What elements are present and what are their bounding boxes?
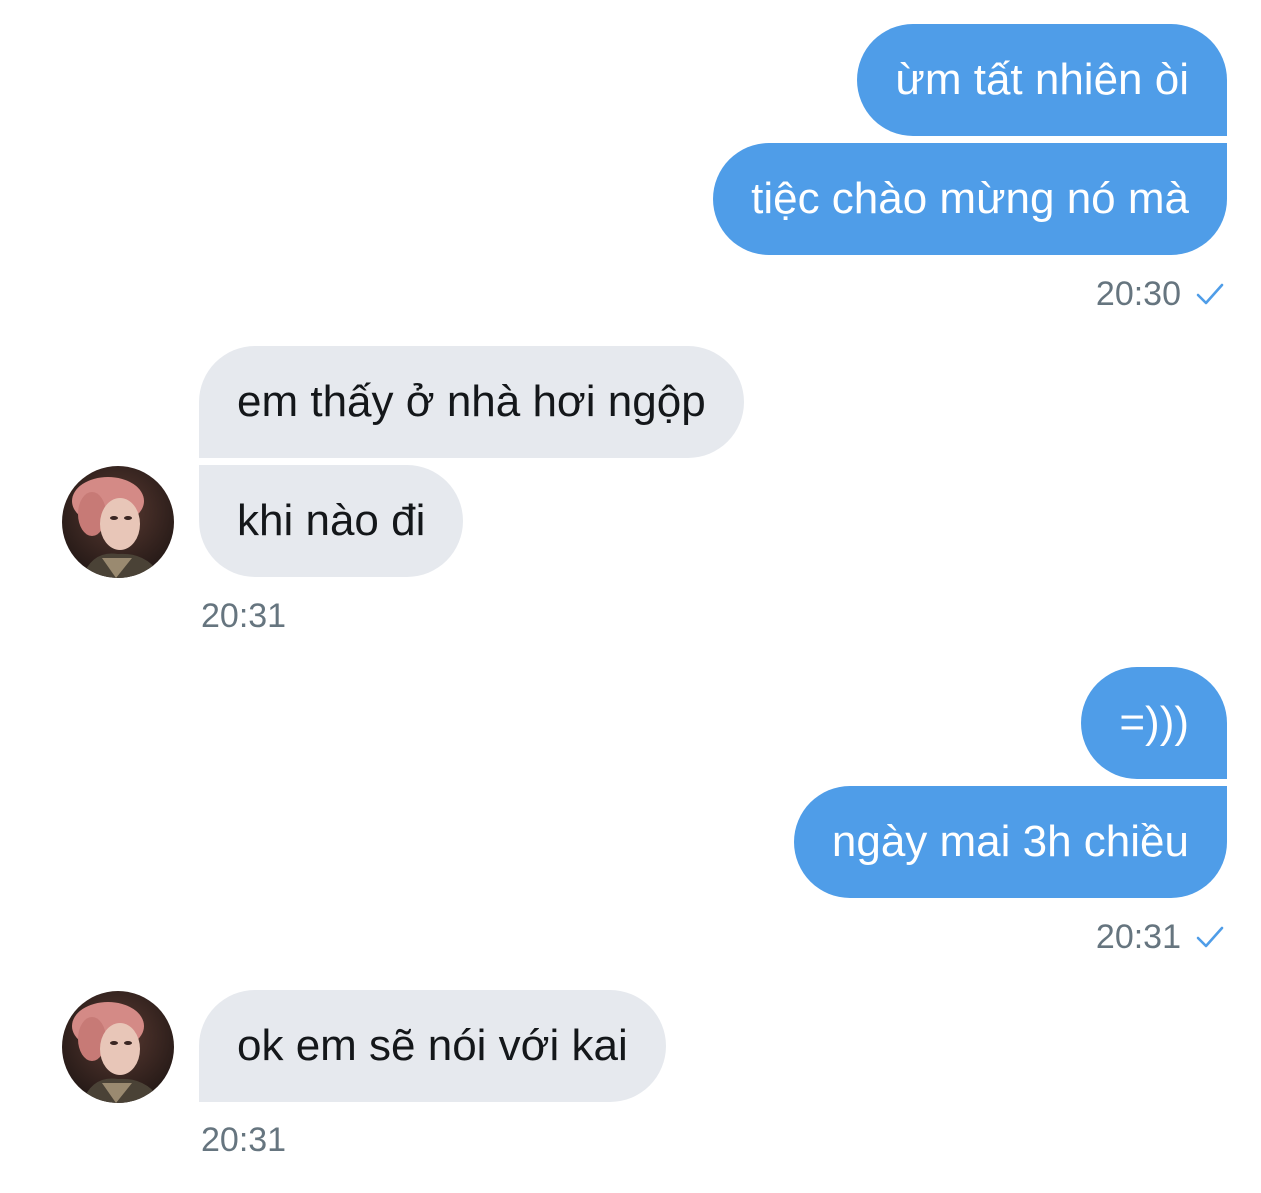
- timestamp-text: 20:31: [201, 597, 287, 635]
- message-timestamp: 20:31: [201, 596, 286, 636]
- message-text: khi nào đi: [237, 496, 426, 545]
- message-text: ngày mai 3h chiều: [831, 817, 1189, 866]
- check-icon: [1196, 283, 1224, 305]
- timestamp-text: 20:31: [201, 1121, 287, 1159]
- avatar[interactable]: [62, 466, 174, 578]
- outgoing-message[interactable]: ngày mai 3h chiều: [793, 786, 1227, 898]
- incoming-message[interactable]: em thấy ở nhà hơi ngộp: [199, 346, 744, 458]
- timestamp-text: 20:31: [1095, 918, 1181, 956]
- message-text: tiệc chào mừng nó mà: [751, 174, 1189, 223]
- avatar[interactable]: [62, 991, 174, 1103]
- message-timestamp: 20:31: [1096, 917, 1225, 957]
- outgoing-message[interactable]: ừm tất nhiên òi: [857, 24, 1227, 136]
- message-text: ok em sẽ nói với kai: [237, 1021, 628, 1070]
- message-text: ừm tất nhiên òi: [895, 55, 1189, 104]
- message-text: em thấy ở nhà hơi ngộp: [237, 377, 706, 426]
- incoming-message[interactable]: khi nào đi: [199, 465, 464, 577]
- avatar-image: [62, 466, 174, 578]
- message-timestamp: 20:31: [201, 1120, 286, 1160]
- message-text: =))): [1119, 698, 1189, 747]
- incoming-message[interactable]: ok em sẽ nói với kai: [199, 990, 666, 1102]
- timestamp-text: 20:30: [1095, 275, 1181, 313]
- outgoing-message[interactable]: =))): [1081, 667, 1227, 779]
- check-icon: [1196, 926, 1224, 948]
- message-timestamp: 20:30: [1096, 274, 1225, 314]
- outgoing-message[interactable]: tiệc chào mừng nó mà: [713, 143, 1227, 255]
- avatar-image: [62, 991, 174, 1103]
